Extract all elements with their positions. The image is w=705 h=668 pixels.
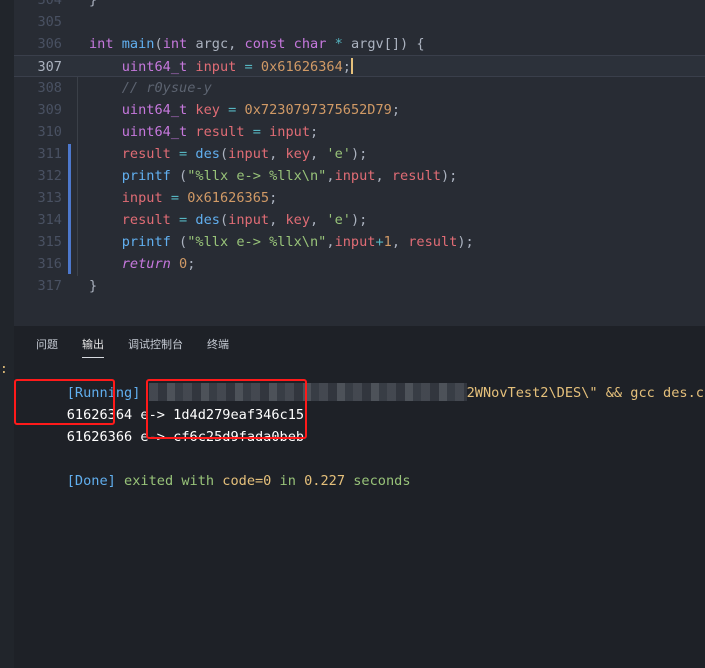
line-number: 313 bbox=[37, 190, 62, 206]
line-code: int main(int argc, const char * argv[]) … bbox=[89, 36, 425, 52]
line-number: 306 bbox=[37, 36, 62, 52]
output-done-line: [Done] exited with code=0 in 0.227 secon… bbox=[34, 448, 411, 489]
done-text-2: in bbox=[271, 473, 305, 489]
activity-bar-edge bbox=[0, 0, 14, 668]
line-code: uint64_t key = 0x7230797375652D79; bbox=[121, 102, 401, 118]
code-line[interactable]: 316 return 0; bbox=[14, 253, 705, 275]
line-number: 314 bbox=[37, 212, 62, 228]
line-code: // r0ysue-y bbox=[121, 80, 212, 96]
code-line[interactable]: 313 input = 0x61626365; bbox=[14, 187, 705, 209]
panel-tab-bar: 问题 输出 调试控制台 终端 bbox=[14, 326, 705, 360]
code-line[interactable]: 309 uint64_t key = 0x7230797375652D79; bbox=[14, 99, 705, 121]
line-code: } bbox=[89, 0, 98, 8]
output-running-line: [Running] 2WNovTest2\DES\" && gcc des.c bbox=[34, 360, 704, 401]
done-text-3: seconds bbox=[345, 473, 411, 489]
line-code: return 0; bbox=[121, 256, 196, 272]
line-code: } bbox=[89, 278, 98, 294]
line-code: input = 0x61626365; bbox=[121, 190, 278, 206]
panel-prefix-glyph: : bbox=[0, 362, 8, 377]
tab-problems[interactable]: 问题 bbox=[36, 336, 58, 352]
line-number: 312 bbox=[37, 168, 62, 184]
done-text-1: exited with bbox=[115, 473, 223, 489]
code-line[interactable]: 317} bbox=[14, 275, 705, 297]
highlight-box-inputs bbox=[14, 379, 115, 425]
line-number: 317 bbox=[37, 278, 62, 294]
line-code: uint64_t input = 0x61626364; bbox=[121, 58, 353, 75]
tab-output[interactable]: 输出 bbox=[82, 336, 104, 358]
command-tail: 2WNovTest2\DES\" && gcc des.c bbox=[466, 385, 704, 401]
code-line[interactable]: 315 printf ("%llx e-> %llx\n",input+1, r… bbox=[14, 231, 705, 253]
code-editor[interactable]: 304} 305 306 int main(int argc, const char … bbox=[0, 0, 705, 326]
line-number: 308 bbox=[37, 80, 62, 96]
elapsed-time: 0.227 bbox=[304, 473, 346, 489]
code-line[interactable]: 305 bbox=[14, 11, 705, 33]
line-number: 315 bbox=[37, 234, 62, 250]
code-line[interactable]: 304} bbox=[14, 0, 705, 11]
output-panel[interactable]: [Running] 2WNovTest2\DES\" && gcc des.c … bbox=[0, 360, 705, 668]
line-number: 316 bbox=[37, 256, 62, 272]
tab-terminal[interactable]: 终端 bbox=[207, 336, 229, 352]
tab-debug-console[interactable]: 调试控制台 bbox=[128, 336, 183, 352]
code-line[interactable]: 306 int main(int argc, const char * argv[… bbox=[14, 33, 705, 55]
line-number: 304 bbox=[37, 0, 62, 8]
line-number: 309 bbox=[37, 102, 62, 118]
input-value-2: 61626366 bbox=[66, 429, 133, 445]
line-code: printf ("%llx e-> %llx\n",input+1, resul… bbox=[121, 234, 474, 250]
code-line[interactable]: 308 // r0ysue-y bbox=[14, 77, 705, 99]
code-line[interactable]: 312 printf ("%llx e-> %llx\n",input, res… bbox=[14, 165, 705, 187]
line-code: printf ("%llx e-> %llx\n",input, result)… bbox=[121, 168, 458, 184]
code-line[interactable]: 311 result = des(input, key, 'e'); bbox=[14, 143, 705, 165]
highlight-box-results bbox=[146, 379, 307, 439]
code-line[interactable]: 307 uint64_t input = 0x61626364; bbox=[14, 55, 705, 77]
line-code: result = des(input, key, 'e'); bbox=[121, 212, 368, 228]
line-number: 311 bbox=[37, 146, 62, 162]
line-code: result = des(input, key, 'e'); bbox=[121, 146, 368, 162]
exit-code: code=0 bbox=[222, 473, 272, 489]
done-tag: [Done] bbox=[66, 473, 116, 489]
code-line[interactable]: 310 uint64_t result = input; bbox=[14, 121, 705, 143]
line-code: uint64_t result = input; bbox=[121, 124, 319, 140]
line-number: 305 bbox=[37, 14, 62, 30]
line-number: 307 bbox=[37, 59, 62, 75]
line-number: 310 bbox=[37, 124, 62, 140]
code-line[interactable]: 314 result = des(input, key, 'e'); bbox=[14, 209, 705, 231]
